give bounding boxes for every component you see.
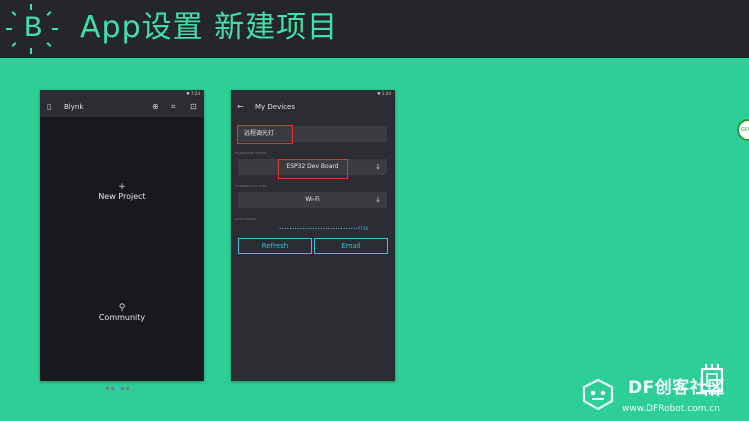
community-icon: ⚲ [118,303,126,313]
page-indicator [106,375,131,390]
app-title: My Devices [255,103,295,111]
watermark-brand: DF创客社区 [628,378,725,398]
side-badge[interactable]: GO [737,119,749,141]
hardware-label: HARDWARE MODEL [235,151,268,155]
new-project-label: New Project [98,192,146,201]
app-bar: ▯ Blynk ⊕ ⌗ ⊡ [40,97,204,117]
page-dot [111,387,114,390]
create-project-form: 远程调光灯 HARDWARE MODEL ESP32 Dev Board ↓ C… [231,117,395,381]
dfrobot-watermark: DF创客社区 www.DFRobot.com.cn [574,360,749,421]
community-label: Community [98,313,146,322]
status-bar: ♥ 2:24 [231,90,395,97]
slide-header: B App设置 新建项目 [0,0,749,58]
robot-logo-icon [582,378,614,411]
dropdown-arrow-icon: ↓ [375,163,381,171]
phone-screen-create-project: ♥ 2:24 ← My Devices 远程调光灯 HARDWARE MODEL… [231,90,395,381]
page-dot [126,387,129,390]
auth-token-value: •••••••••••••••••••••••••••••••f736 [279,226,369,231]
page-dot-active [116,387,119,390]
refresh-button[interactable]: Refresh [238,238,312,254]
phone-screen-home: ♥ 7:24 ▯ Blynk ⊕ ⌗ ⊡ + New Project ⚲ Com… [40,90,204,390]
email-button[interactable]: Email [314,238,388,254]
app-bar: ← My Devices [231,97,395,117]
menu-icon[interactable]: ▯ [47,97,51,117]
qr-icon[interactable]: ⌗ [171,97,176,117]
project-icon[interactable]: ⊡ [190,97,197,117]
slide-title: App设置 新建项目 [80,10,339,45]
connection-value: Wi-Fi [305,196,320,203]
connection-select[interactable]: Wi-Fi ↓ [238,192,387,208]
community-button[interactable]: ⚲ Community [40,303,204,322]
app-title: Blynk [64,103,84,111]
status-bar: ♥ 7:24 [40,90,204,97]
connection-label: CONNECTION TYPE [235,184,267,188]
page-dot [106,387,109,390]
watermark-url: www.DFRobot.com.cn [622,404,720,414]
page-dot [121,387,124,390]
highlight-box-hardware [278,159,348,179]
add-circle-icon[interactable]: ⊕ [152,97,159,117]
highlight-box-project-name [237,125,293,144]
plus-icon: + [118,182,126,192]
new-project-button[interactable]: + New Project [40,182,204,201]
logo-letter: B [23,12,42,46]
token-label: AUTH TOKEN [235,217,257,221]
blynk-logo: B [6,4,58,54]
back-arrow-icon[interactable]: ← [237,97,244,117]
dropdown-arrow-icon: ↓ [375,196,381,204]
